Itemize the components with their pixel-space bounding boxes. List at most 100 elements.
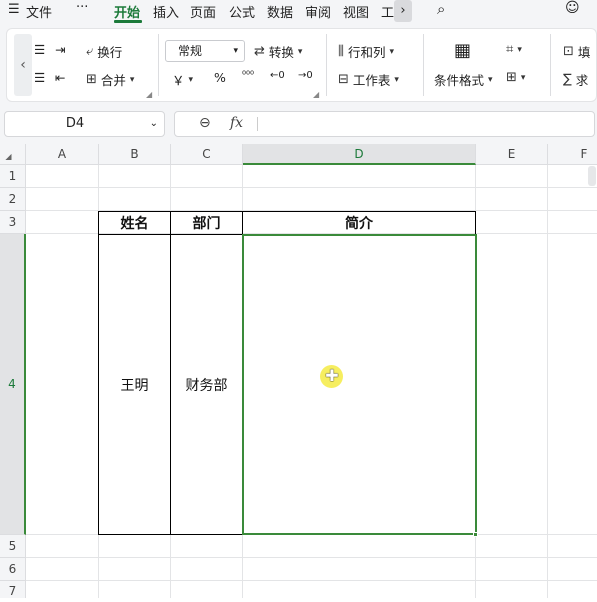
cell-reference: D4	[65, 116, 85, 131]
chat-icon[interactable]: ☺	[565, 0, 580, 16]
column-header-f[interactable]: F	[548, 144, 597, 165]
tab-page[interactable]: 页面	[190, 2, 216, 21]
chevron-down-icon: ▾	[394, 74, 399, 85]
cell-style-icon: ⌗	[506, 42, 514, 57]
name-box[interactable]: D4 ⌄	[4, 111, 165, 137]
wrap-text-label: 换行	[97, 45, 123, 60]
column-header-c[interactable]: C	[171, 144, 243, 165]
cell-style-button[interactable]: ⌗ ▾	[506, 42, 522, 57]
dialog-launcher-icon[interactable]: ◢	[146, 90, 152, 99]
percent-button[interactable]: %	[214, 70, 226, 85]
active-tab-indicator	[114, 20, 142, 23]
cell-b3[interactable]: 姓名	[99, 212, 170, 234]
increase-decimal-icon[interactable]: ←0	[270, 70, 285, 81]
chevron-down-icon: ▾	[517, 44, 522, 55]
chevron-left-icon[interactable]: ‹	[14, 34, 32, 96]
sum-button[interactable]: ∑ 求	[563, 70, 588, 89]
fill-label: 填	[577, 45, 591, 60]
outdent-icon[interactable]: ⇤	[55, 70, 65, 85]
select-all-corner[interactable]: ◢	[0, 144, 26, 165]
chevron-down-icon: ▾	[520, 72, 526, 83]
chevron-down-icon: ▾	[488, 74, 493, 85]
border-icon: ⊞	[506, 70, 517, 85]
gridline	[26, 580, 597, 581]
vertical-scrollbar[interactable]	[588, 166, 596, 186]
row-header-2[interactable]: 2	[0, 188, 26, 211]
gridline	[26, 557, 597, 558]
decrease-decimal-icon[interactable]: →0	[298, 70, 313, 81]
hamburger-icon[interactable]: ☰	[8, 2, 20, 17]
worksheet-button[interactable]: ⊟ 工作表 ▾	[338, 70, 399, 89]
border-button[interactable]: ⊞ ▾	[506, 70, 525, 85]
menu-more[interactable]: ···	[76, 0, 88, 15]
gridline	[26, 187, 597, 188]
column-header-a[interactable]: A	[26, 144, 99, 165]
chevron-right-icon[interactable]: ›	[394, 0, 412, 22]
cell-c3[interactable]: 部门	[171, 212, 242, 234]
tab-view[interactable]: 视图	[343, 2, 369, 21]
zoom-icon[interactable]: ⊖	[199, 115, 211, 131]
convert-label: 转换	[268, 45, 294, 60]
merge-label: 合并	[100, 73, 126, 88]
row-header-6[interactable]: 6	[0, 558, 26, 581]
menu-bar: ☰ 文件 ··· 开始 插入 页面 公式 数据 审阅 视图 工 › ⌕ ☺	[0, 0, 597, 24]
wrap-text-button[interactable]: ⤶ 换行	[86, 42, 122, 61]
row-header-4[interactable]: 4	[0, 234, 26, 535]
currency-button[interactable]: ￥ ▾	[172, 70, 193, 89]
thousands-icon[interactable]: ⁰⁰⁰	[242, 70, 254, 81]
conditional-format-icon[interactable]: ▦	[454, 40, 471, 61]
ribbon-divider	[423, 34, 424, 96]
worksheet-icon: ⊟	[338, 72, 349, 87]
ribbon-divider	[550, 34, 551, 96]
formula-input[interactable]	[265, 116, 585, 132]
tab-review[interactable]: 审阅	[305, 2, 331, 21]
conditional-format-button[interactable]: 条件格式 ▾	[434, 70, 493, 89]
ribbon-panel	[6, 28, 597, 102]
wrap-icon: ⤶	[86, 44, 94, 59]
dialog-launcher-icon[interactable]: ◢	[313, 90, 319, 99]
rows-cols-label: 行和列	[347, 45, 386, 60]
align-2-icon[interactable]: ☰	[34, 70, 45, 85]
merge-button[interactable]: ⊞ 合并 ▾	[86, 70, 134, 89]
fill-handle[interactable]	[473, 532, 478, 537]
formula-divider	[257, 117, 258, 131]
cell-cursor-icon: ✚	[325, 366, 339, 385]
column-header-d[interactable]: D	[243, 144, 476, 165]
menu-file[interactable]: 文件	[26, 2, 52, 21]
chevron-down-icon: ▾	[188, 74, 194, 85]
row-header-1[interactable]: 1	[0, 165, 26, 188]
cell-c4[interactable]: 财务部	[171, 235, 242, 534]
align-icon[interactable]: ☰	[34, 42, 45, 57]
sum-label: 求	[575, 73, 589, 88]
column-header-e[interactable]: E	[476, 144, 548, 165]
tab-data[interactable]: 数据	[267, 2, 293, 21]
search-icon[interactable]: ⌕	[437, 0, 445, 18]
tab-home[interactable]: 开始	[114, 2, 140, 21]
chevron-down-icon: ▾	[389, 46, 395, 57]
convert-button[interactable]: ⇄ 转换 ▾	[254, 42, 302, 61]
convert-icon: ⇄	[254, 44, 265, 59]
row-header-5[interactable]: 5	[0, 535, 26, 558]
row-header-3[interactable]: 3	[0, 211, 26, 234]
corner-triangle-icon: ◢	[5, 152, 12, 161]
column-header-b[interactable]: B	[99, 144, 171, 165]
rows-cols-button[interactable]: ⫼ 行和列 ▾	[338, 42, 394, 61]
tab-insert[interactable]: 插入	[153, 2, 179, 21]
currency-icon: ￥	[172, 73, 185, 88]
chevron-down-icon: ▾	[233, 46, 238, 56]
tab-formula[interactable]: 公式	[229, 2, 255, 21]
fill-button[interactable]: ⊡ 填	[563, 42, 590, 61]
cell-d4-selected[interactable]	[242, 234, 477, 535]
indent-icon[interactable]: ⇥	[55, 42, 65, 57]
merge-icon: ⊞	[86, 72, 97, 87]
rows-cols-icon: ⫼	[338, 44, 344, 59]
worksheet-label: 工作表	[352, 73, 391, 88]
ribbon-divider	[158, 34, 159, 96]
formula-box: ⊖ fx	[174, 111, 595, 137]
cell-d3[interactable]: 简介	[243, 212, 475, 234]
number-format-select[interactable]: 常规 ▾	[165, 40, 245, 62]
cell-b4[interactable]: 王明	[99, 235, 170, 534]
tab-tools[interactable]: 工	[381, 2, 394, 21]
fx-icon[interactable]: fx	[230, 115, 243, 131]
row-header-7[interactable]: 7	[0, 581, 26, 598]
